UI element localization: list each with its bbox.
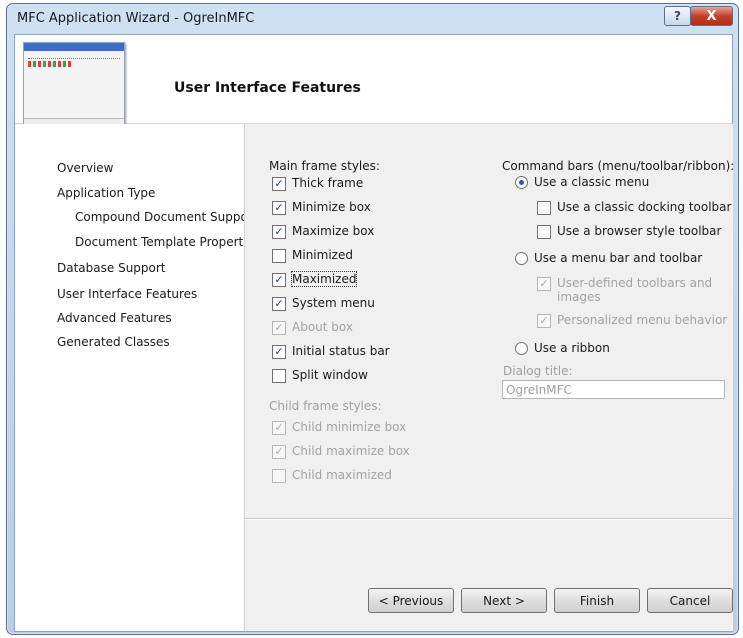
dialog-title-field[interactable]: OgreInMFC bbox=[502, 380, 725, 399]
main-frame-styles-title: Main frame styles: bbox=[269, 159, 380, 173]
child-minimize-box-checkbox[interactable]: ✓ Child minimize box bbox=[272, 420, 406, 435]
about-box-checkbox[interactable]: ✓ About box bbox=[272, 320, 353, 335]
dialog-title-label: Dialog title: bbox=[503, 364, 573, 378]
checkbox-box bbox=[272, 469, 286, 483]
minimized-checkbox[interactable]: Minimized bbox=[272, 248, 353, 263]
child-frame-styles-title: Child frame styles: bbox=[269, 399, 382, 413]
checkbox-box: ✓ bbox=[272, 445, 286, 459]
checkbox-box: ✓ bbox=[272, 421, 286, 435]
command-bars-title: Command bars (menu/toolbar/ribbon): bbox=[502, 159, 735, 173]
maximize-box-checkbox[interactable]: ✓ Maximize box bbox=[272, 224, 374, 239]
radio-label: Use a classic menu bbox=[534, 175, 650, 189]
wizard-window: MFC Application Wizard - OgreInMFC ? X U… bbox=[6, 3, 739, 635]
nav-item-document-template-properties[interactable]: Document Template Properties bbox=[75, 235, 260, 249]
checkbox-label: Split window bbox=[292, 368, 368, 382]
thick-frame-checkbox[interactable]: ✓ Thick frame bbox=[272, 176, 363, 191]
close-icon: X bbox=[706, 8, 717, 24]
checkbox-box: ✓ bbox=[537, 314, 551, 328]
thumbnail-toolbar bbox=[28, 61, 72, 67]
next-button[interactable]: Next > bbox=[461, 588, 547, 613]
close-button[interactable]: X bbox=[690, 6, 733, 26]
nav-item-user-interface-features[interactable]: User Interface Features bbox=[57, 287, 197, 301]
checkbox-box: ✓ bbox=[272, 177, 286, 191]
title-bar[interactable]: MFC Application Wizard - OgreInMFC ? X bbox=[7, 4, 738, 34]
child-maximized-checkbox[interactable]: Child maximized bbox=[272, 468, 392, 483]
radio-label: Use a menu bar and toolbar bbox=[534, 251, 703, 265]
checkbox-label: User-defined toolbars and images bbox=[557, 276, 713, 304]
nav-item-generated-classes[interactable]: Generated Classes bbox=[57, 335, 170, 349]
wizard-client-area: User Interface Features Overview Applica… bbox=[14, 34, 735, 632]
checkbox-box bbox=[537, 201, 551, 215]
classic-menu-radio[interactable]: Use a classic menu bbox=[515, 175, 649, 189]
checkbox-box: ✓ bbox=[272, 345, 286, 359]
checkbox-label: Minimize box bbox=[292, 200, 371, 214]
wizard-header: User Interface Features bbox=[15, 35, 732, 126]
checkbox-label: Thick frame bbox=[292, 176, 364, 190]
thumbnail-titlebar bbox=[24, 43, 124, 51]
radio-dot bbox=[515, 175, 528, 189]
nav-item-database-support[interactable]: Database Support bbox=[57, 261, 166, 275]
minimize-box-checkbox[interactable]: ✓ Minimize box bbox=[272, 200, 371, 215]
maximized-checkbox[interactable]: ✓ Maximized bbox=[272, 271, 358, 287]
radio-dot bbox=[515, 251, 528, 265]
initial-status-bar-checkbox[interactable]: ✓ Initial status bar bbox=[272, 344, 390, 359]
checkbox-label: Maximize box bbox=[292, 224, 375, 238]
checkbox-label: Use a classic docking toolbar bbox=[557, 200, 732, 214]
checkbox-label: Child maximize box bbox=[292, 444, 410, 458]
radio-selected-dot bbox=[519, 179, 524, 185]
checkbox-label: Child maximized bbox=[292, 468, 392, 482]
nav-item-compound-document-support[interactable]: Compound Document Support bbox=[75, 210, 257, 224]
checkbox-box bbox=[272, 369, 286, 383]
radio-label: Use a ribbon bbox=[534, 341, 610, 355]
checkbox-box: ✓ bbox=[272, 297, 286, 311]
checkbox-box: ✓ bbox=[272, 273, 286, 287]
page-title: User Interface Features bbox=[174, 80, 361, 96]
checkbox-label: Maximized bbox=[290, 271, 358, 287]
help-button[interactable]: ? bbox=[664, 6, 691, 26]
app-preview-thumbnail bbox=[23, 42, 125, 126]
ribbon-radio[interactable]: Use a ribbon bbox=[515, 341, 610, 355]
child-maximize-box-checkbox[interactable]: ✓ Child maximize box bbox=[272, 444, 410, 459]
radio-dot bbox=[515, 341, 528, 355]
checkbox-label: About box bbox=[292, 320, 353, 334]
wizard-content: Main frame styles: ✓ Thick frame ✓ Minimiz… bbox=[244, 124, 735, 631]
thumbnail-menu bbox=[28, 53, 120, 59]
system-menu-checkbox[interactable]: ✓ System menu bbox=[272, 296, 375, 311]
window-title: MFC Application Wizard - OgreInMFC bbox=[17, 11, 255, 26]
menu-bar-toolbar-radio[interactable]: Use a menu bar and toolbar bbox=[515, 251, 702, 265]
personalized-menu-checkbox[interactable]: ✓ Personalized menu behavior bbox=[537, 313, 727, 328]
checkbox-label: Initial status bar bbox=[292, 344, 390, 358]
wizard-nav: Overview Application Type Compound Docum… bbox=[15, 124, 260, 631]
checkbox-box bbox=[537, 225, 551, 239]
nav-item-application-type[interactable]: Application Type bbox=[57, 186, 155, 200]
nav-item-overview[interactable]: Overview bbox=[57, 161, 114, 175]
checkbox-label: Child minimize box bbox=[292, 420, 407, 434]
cancel-button[interactable]: Cancel bbox=[647, 588, 733, 613]
user-defined-toolbars-checkbox[interactable]: ✓ User-defined toolbars and images bbox=[537, 276, 727, 304]
help-icon: ? bbox=[674, 9, 681, 23]
checkbox-box: ✓ bbox=[537, 277, 551, 291]
nav-item-advanced-features[interactable]: Advanced Features bbox=[57, 311, 172, 325]
previous-button[interactable]: < Previous bbox=[368, 588, 454, 613]
classic-docking-toolbar-checkbox[interactable]: Use a classic docking toolbar bbox=[537, 200, 731, 215]
checkbox-box bbox=[272, 249, 286, 263]
checkbox-label: Use a browser style toolbar bbox=[557, 224, 722, 238]
checkbox-label: System menu bbox=[292, 296, 375, 310]
checkbox-label: Personalized menu behavior bbox=[557, 313, 728, 327]
split-window-checkbox[interactable]: Split window bbox=[272, 368, 368, 383]
checkbox-box: ✓ bbox=[272, 321, 286, 335]
footer-separator bbox=[245, 518, 733, 520]
checkbox-box: ✓ bbox=[272, 225, 286, 239]
browser-style-toolbar-checkbox[interactable]: Use a browser style toolbar bbox=[537, 224, 721, 239]
finish-button[interactable]: Finish bbox=[554, 588, 640, 613]
checkbox-label: Minimized bbox=[292, 248, 353, 262]
checkbox-box: ✓ bbox=[272, 201, 286, 215]
